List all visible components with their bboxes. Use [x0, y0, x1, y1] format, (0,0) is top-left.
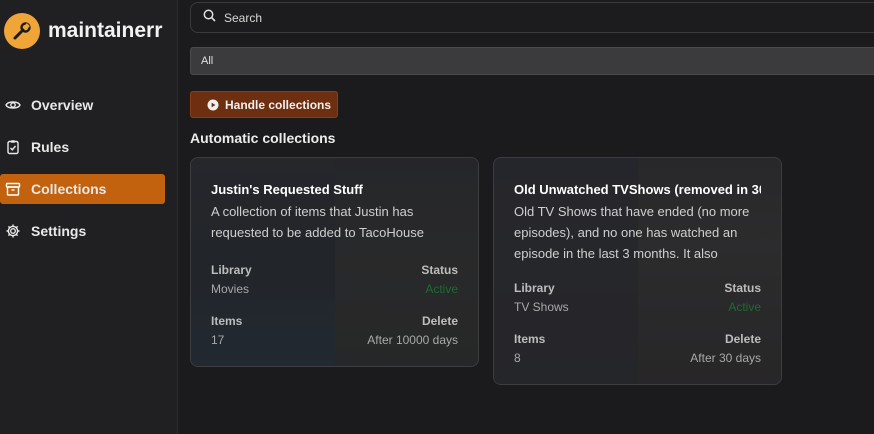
sidebar-item-overview[interactable]: Overview — [0, 90, 178, 120]
wrench-logo-icon — [4, 13, 40, 49]
play-circle-icon — [207, 99, 219, 111]
filter-selected-value: All — [201, 55, 214, 67]
collection-description: Old TV Shows that have ended (no more ep… — [514, 204, 750, 261]
sidebar-item-label: Collections — [31, 181, 107, 197]
delete-label: Delete — [421, 314, 458, 328]
search-bar[interactable] — [190, 2, 874, 33]
collection-card[interactable]: Justin's Requested Stuff A collection of… — [190, 157, 479, 367]
sidebar-nav: Overview Rules Collections Settings — [0, 90, 178, 258]
gear-icon — [5, 223, 21, 239]
collection-title: Justin's Requested Stuff — [211, 182, 363, 197]
sidebar-item-label: Rules — [31, 139, 70, 155]
brand[interactable]: maintainerr — [4, 12, 162, 50]
sidebar-item-rules[interactable]: Rules — [0, 132, 178, 162]
status-value: Active — [728, 300, 761, 314]
eye-icon — [5, 97, 21, 113]
search-input[interactable] — [224, 10, 824, 25]
app-name: maintainerr — [48, 19, 163, 42]
collection-card[interactable]: Old Unwatched TVShows (removed in 30 d O… — [493, 157, 782, 385]
status-label: Status — [421, 263, 458, 277]
library-filter-select[interactable]: All — [190, 47, 874, 75]
collection-title: Old Unwatched TVShows (removed in 30 d — [514, 182, 761, 197]
delete-label: Delete — [724, 332, 761, 346]
delete-value: After 10000 days — [367, 333, 458, 347]
search-icon — [203, 9, 216, 27]
sidebar: maintainerr Overview Rules Collections S… — [0, 0, 178, 434]
clipboard-check-icon — [5, 139, 21, 155]
sidebar-item-label: Overview — [31, 97, 94, 113]
collection-library-status: Library Movies Status Active — [211, 263, 458, 296]
sidebar-item-collections[interactable]: Collections — [0, 174, 165, 204]
collection-description: A collection of items that Justin has re… — [211, 204, 424, 240]
section-title: Automatic collections — [190, 130, 336, 146]
handle-collections-button[interactable]: Handle collections — [190, 91, 338, 118]
delete-value: After 30 days — [690, 351, 761, 365]
collection-items-delete: Items 8 Delete After 30 days — [514, 332, 761, 365]
status-value: Active — [425, 282, 458, 296]
main-content: All Handle collections Automatic collect… — [178, 0, 874, 434]
handle-collections-label: Handle collections — [225, 97, 332, 112]
collection-items-delete: Items 17 Delete After 10000 days — [211, 314, 458, 347]
collection-library-status: Library TV Shows Status Active — [514, 281, 761, 314]
archive-box-icon — [5, 181, 21, 197]
status-label: Status — [724, 281, 761, 295]
sidebar-item-settings[interactable]: Settings — [0, 216, 178, 246]
sidebar-item-label: Settings — [31, 223, 87, 239]
